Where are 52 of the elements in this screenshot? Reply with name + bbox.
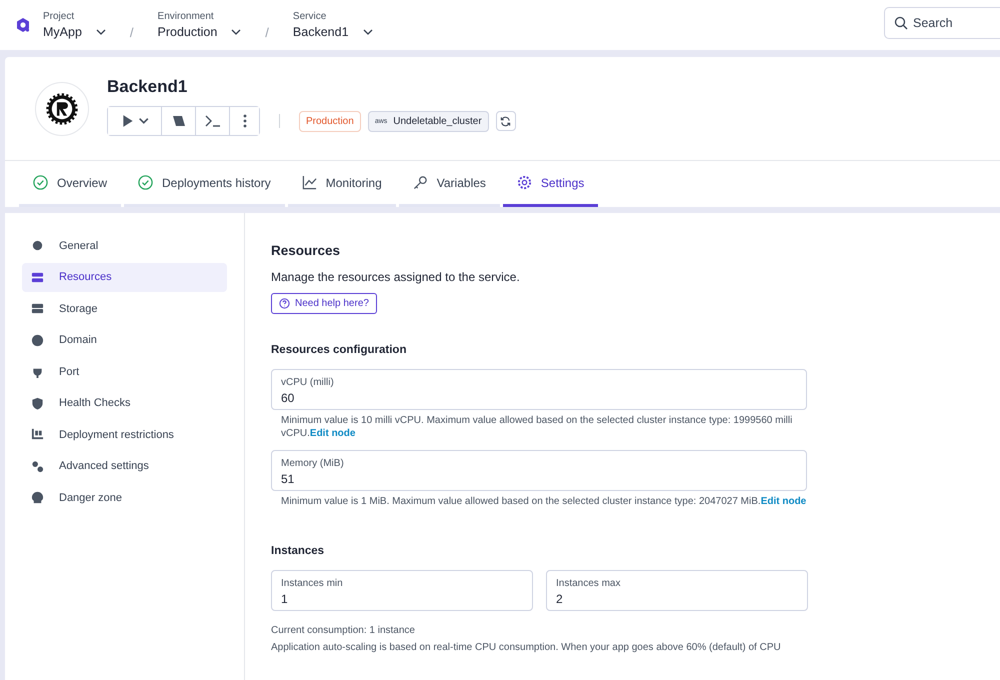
help-button[interactable]: Need help here?: [271, 293, 377, 314]
sliders-icon: [31, 270, 44, 284]
service-name: Backend1: [107, 77, 188, 97]
config-title: Resources configuration: [271, 344, 408, 356]
refresh-icon: [500, 116, 512, 126]
terminal-icon: [204, 115, 220, 127]
chart-icon: [302, 175, 317, 190]
logo-icon: [15, 17, 31, 33]
input-field[interactable]: Instances min 1: [271, 570, 533, 611]
edit-node-link[interactable]: Edit node: [760, 495, 806, 508]
autoscaling-note: Application auto-scaling is based on real-time CPU consumption. When your app goes above 60% (default) of CPU: [271, 642, 782, 653]
gear-logo-icon: [45, 92, 79, 126]
storage-icon: [31, 302, 44, 316]
breadcrumb-separator: /: [265, 24, 269, 40]
search-field[interactable]: Search: [884, 7, 1000, 39]
input-field[interactable]: Instances max 2: [546, 570, 808, 611]
edit-node-link[interactable]: Edit node: [310, 427, 356, 440]
help-icon: [279, 298, 290, 309]
sidebar-item[interactable]: Resources: [22, 262, 227, 292]
deploy-button[interactable]: [108, 107, 162, 135]
section-title: Resources: [271, 243, 342, 258]
chart-icon: [31, 428, 44, 442]
sidebar-item[interactable]: Port: [22, 357, 227, 386]
sidebar-item[interactable]: Danger zone: [22, 483, 227, 512]
shield-icon: [31, 396, 44, 410]
chevron-down-icon: [231, 29, 242, 35]
breadcrumb-dropdown[interactable]: Environment Production: [158, 11, 242, 39]
sidebar-item[interactable]: Domain: [22, 326, 227, 355]
settings-icon: [516, 175, 532, 190]
breadcrumb-dropdown[interactable]: Service Backend1: [292, 11, 373, 39]
instances-title: Instances: [271, 545, 326, 557]
sidebar-item[interactable]: Storage: [22, 294, 227, 324]
breadcrumb-separator: /: [130, 24, 134, 40]
chevron-down-icon: [362, 29, 373, 35]
refresh-button[interactable]: [496, 111, 516, 131]
key-icon: [412, 175, 428, 190]
check-circle-icon: [138, 175, 154, 190]
sidebar-item[interactable]: General: [22, 231, 227, 260]
section-description: Manage the resources assigned to the service.: [271, 270, 521, 284]
input-field[interactable]: vCPU (milli) 60: [271, 369, 807, 410]
sidebar-item[interactable]: Deployment restrictions: [22, 420, 227, 450]
consumption-text: Current consumption: 1 instance: [271, 625, 416, 636]
sidebar-item[interactable]: Advanced settings: [22, 452, 227, 481]
chevron-down-icon: [96, 29, 106, 35]
input-field[interactable]: Memory (MiB) 51: [271, 450, 807, 491]
check-circle-icon: [33, 175, 48, 190]
more-icon: [242, 114, 246, 128]
environment-tag: Production: [299, 110, 361, 132]
sidebar-item[interactable]: Health Checks: [22, 388, 227, 418]
field-hint: Minimum value is 1 MiB. Maximum value allowed based on the selected cluster instance type: 2047027 MiB.Edit node: [281, 495, 808, 508]
breadcrumb-dropdown[interactable]: Project MyApp: [43, 11, 106, 39]
field-hint: Minimum value is 10 milli vCPU. Maximum value allowed based on the selected cluster instance type: 1999560 milli vCPU.Edit node: [281, 414, 794, 440]
